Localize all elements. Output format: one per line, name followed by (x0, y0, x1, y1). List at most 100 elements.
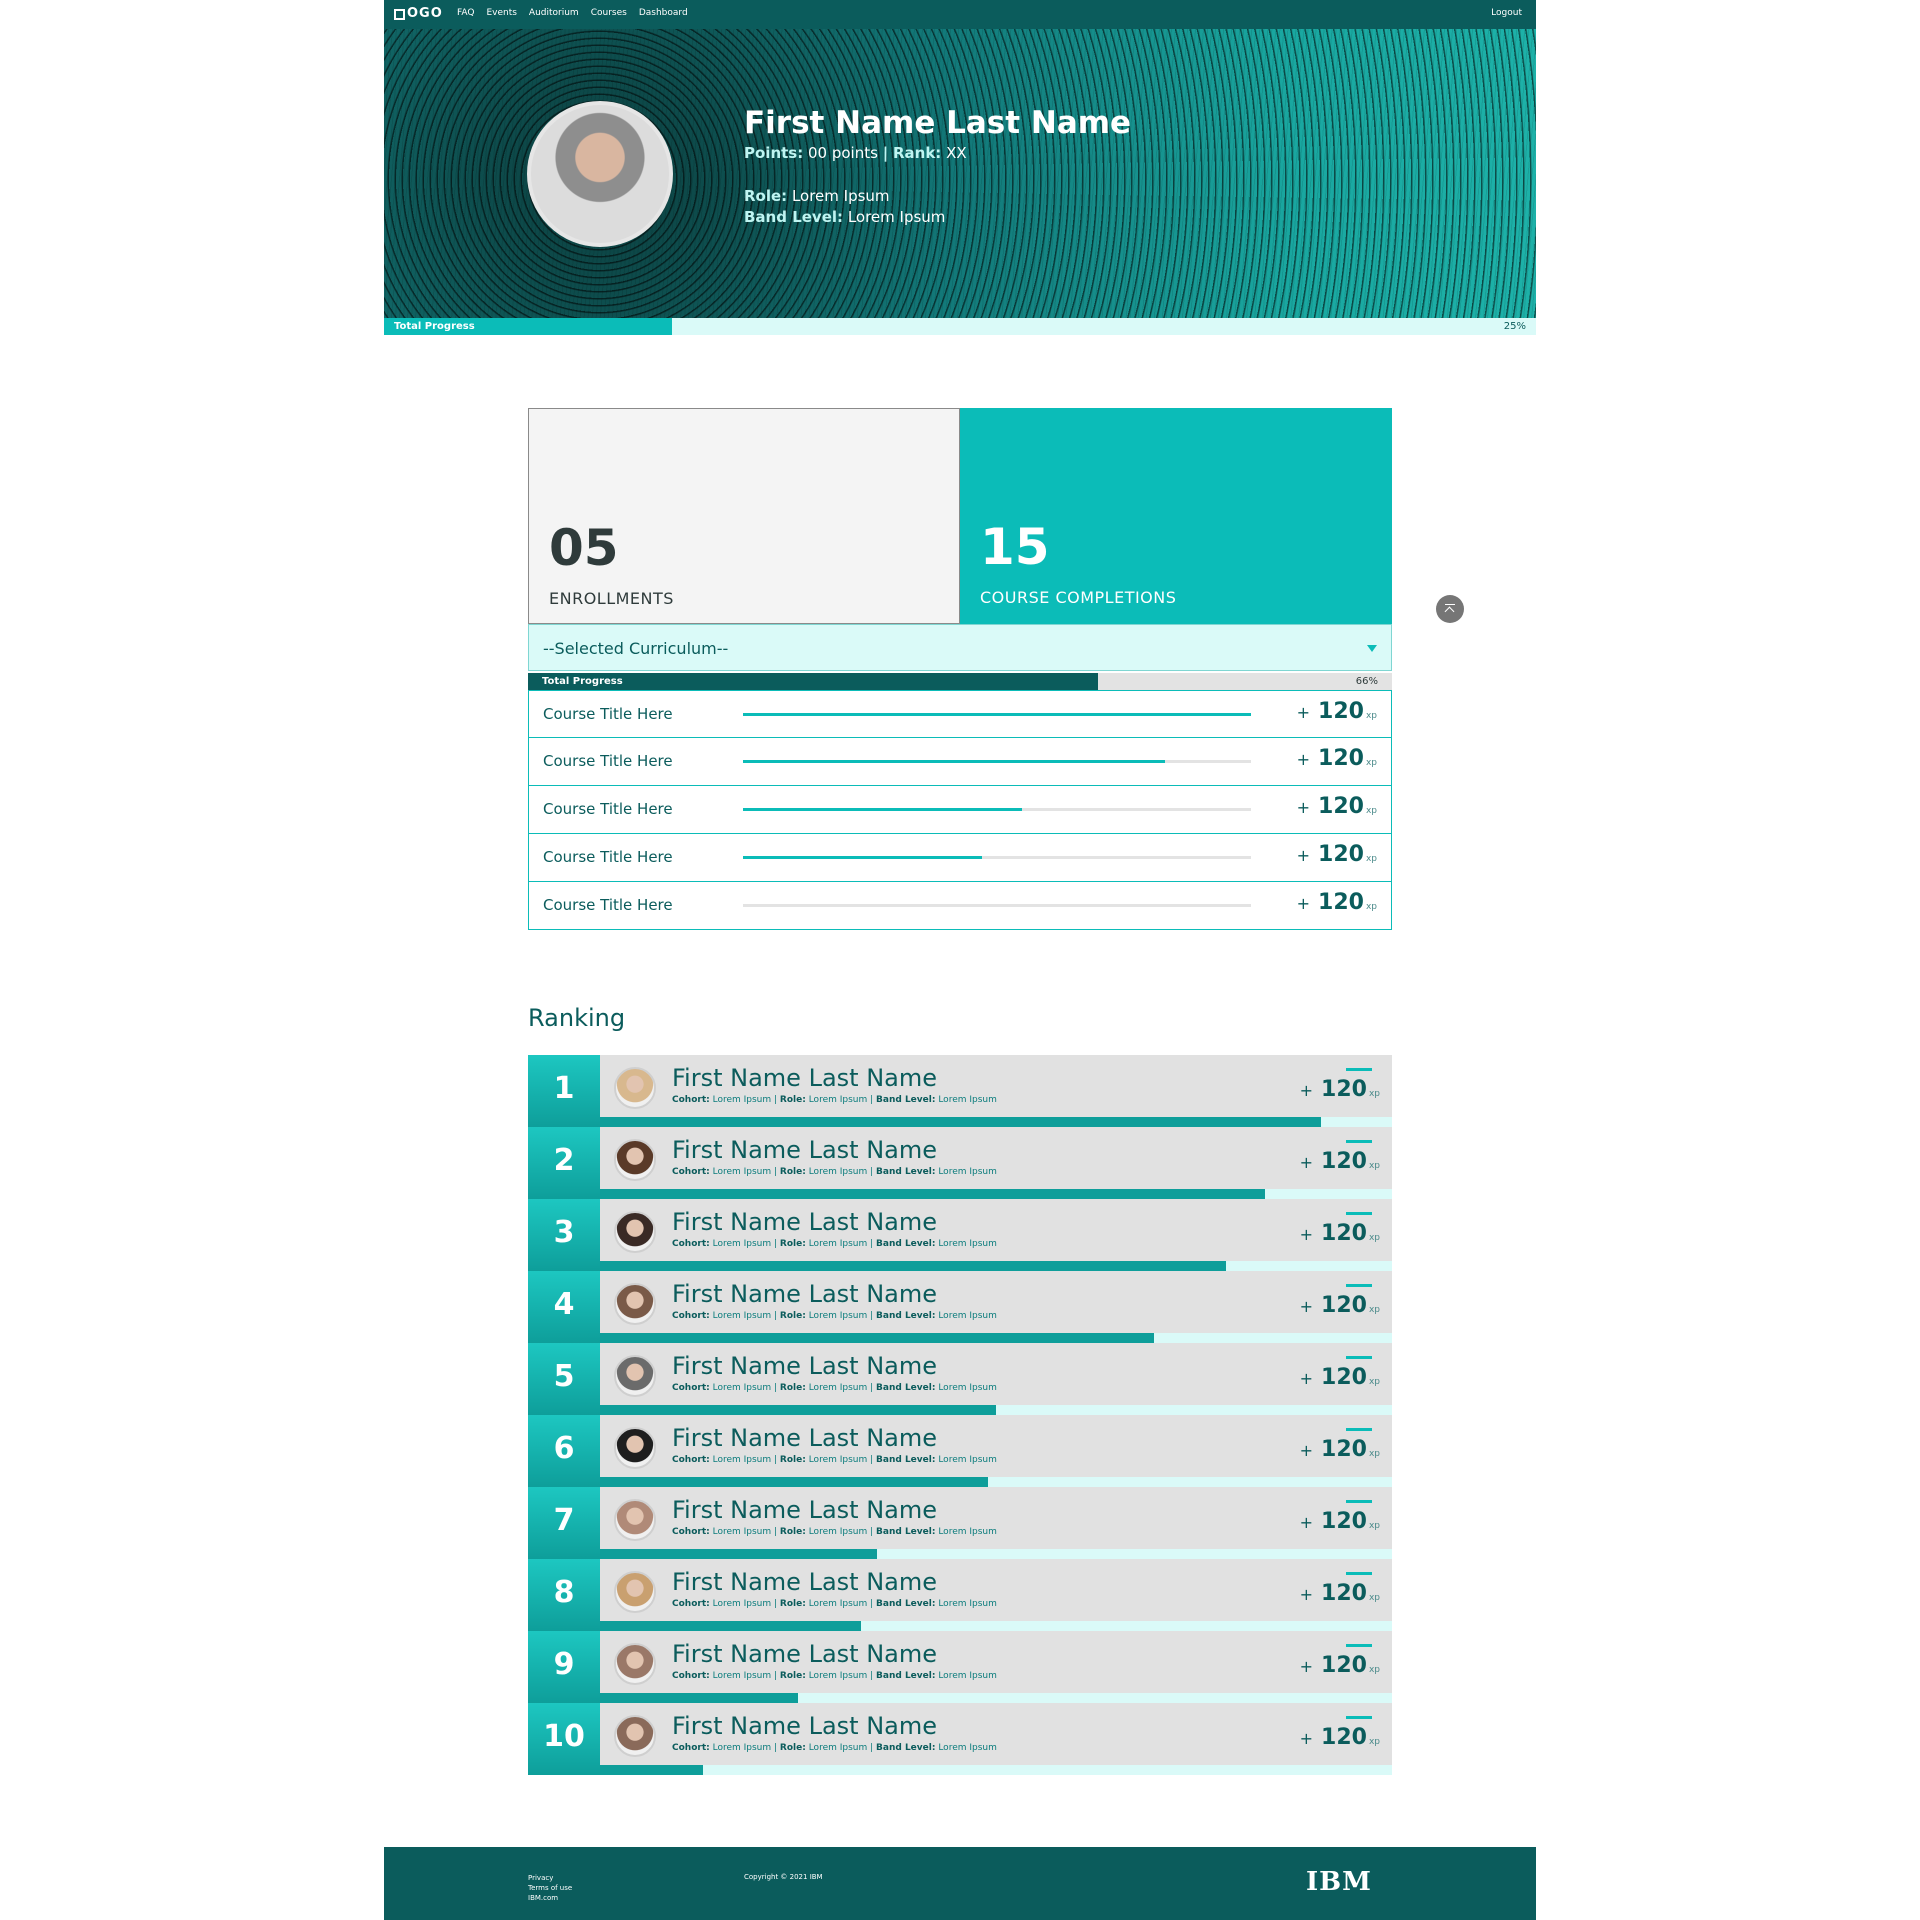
xp-plus: + (1296, 798, 1311, 817)
logo[interactable]: OGO (394, 7, 443, 21)
curriculum-selected-value: --Selected Curriculum-- (543, 639, 729, 658)
xp-plus: + (1296, 894, 1311, 913)
nav-link-events[interactable]: Events (486, 8, 516, 18)
role-label: Role: (779, 1455, 806, 1465)
ranking-row[interactable]: 7 First Name Last Name Cohort: Lorem Ipsum… (528, 1487, 1392, 1559)
ranking-row[interactable]: 9 First Name Last Name Cohort: Lorem Ipsum… (528, 1631, 1392, 1703)
ranking-meta: Cohort: Lorem Ipsum | Role: Lorem Ipsum … (672, 1599, 997, 1609)
cohort-value: Lorem Ipsum (712, 1239, 772, 1249)
course-list: Course Title Here +120 xp Course Title Here… (528, 690, 1392, 930)
ranking-name: First Name Last Name (672, 1280, 937, 1308)
rank-number-box: 4 (528, 1271, 600, 1343)
rank-change-indicator (1346, 1716, 1372, 1719)
course-progress-track (743, 808, 1251, 811)
ranking-row[interactable]: 1 First Name Last Name Cohort: Lorem Ipsum… (528, 1055, 1392, 1127)
role-value: Lorem Ipsum (808, 1527, 868, 1537)
xp-plus: + (1299, 1441, 1314, 1460)
rank-number-box: 10 (528, 1703, 600, 1775)
xp-plus: + (1299, 1513, 1314, 1532)
ibm-logo[interactable]: IBM (1306, 1867, 1372, 1897)
cohort-label: Cohort: (672, 1527, 710, 1537)
xp-unit: xp (1368, 1449, 1380, 1459)
xp-plus: + (1299, 1225, 1314, 1244)
cohort-value: Lorem Ipsum (712, 1167, 772, 1177)
ranking-progress-fill (600, 1261, 1226, 1271)
xp-plus: + (1296, 703, 1311, 722)
rank-number: 5 (553, 1359, 575, 1394)
course-row[interactable]: Course Title Here +120 xp (528, 834, 1392, 882)
ranking-progress-track (600, 1765, 1392, 1775)
nav-link-courses[interactable]: Courses (591, 8, 627, 18)
ranking-row[interactable]: 10 First Name Last Name Cohort: Lorem Ipsu… (528, 1703, 1392, 1775)
curriculum-select[interactable]: --Selected Curriculum-- (528, 624, 1392, 671)
course-row[interactable]: Course Title Here +120 xp (528, 738, 1392, 786)
completions-label: COURSE COMPLETIONS (980, 588, 1177, 607)
xp-unit: xp (1368, 1089, 1380, 1099)
curriculum-progress-bar: Total Progress 66% (528, 673, 1392, 690)
scroll-to-top-button[interactable] (1436, 595, 1464, 623)
course-title: Course Title Here (543, 848, 673, 866)
rank-change-indicator (1346, 1284, 1372, 1287)
xp-value: 120 (1321, 1365, 1367, 1390)
cohort-value: Lorem Ipsum (712, 1095, 772, 1105)
ranking-progress-track (600, 1189, 1392, 1199)
course-title: Course Title Here (543, 752, 673, 770)
logo-mark-icon (394, 8, 405, 20)
role-label: Role: (779, 1311, 806, 1321)
profile-role-line: Role: Lorem Ipsum (744, 186, 1131, 207)
avatar (614, 1571, 656, 1613)
footer-link-privacy[interactable]: Privacy (528, 1873, 572, 1883)
xp-value: 120 (1321, 1509, 1367, 1534)
total-progress-label: Total Progress (394, 321, 475, 332)
ranking-progress-track (600, 1405, 1392, 1415)
ranking-row[interactable]: 3 First Name Last Name Cohort: Lorem Ipsum… (528, 1199, 1392, 1271)
ranking-name: First Name Last Name (672, 1208, 937, 1236)
ranking-row[interactable]: 5 First Name Last Name Cohort: Lorem Ipsum… (528, 1343, 1392, 1415)
role-value: Lorem Ipsum (808, 1095, 868, 1105)
ranking-row[interactable]: 8 First Name Last Name Cohort: Lorem Ipsum… (528, 1559, 1392, 1631)
cohort-value: Lorem Ipsum (712, 1383, 772, 1393)
completions-count: 15 (980, 518, 1050, 576)
xp-plus: + (1299, 1369, 1314, 1388)
logout-link[interactable]: Logout (1491, 8, 1522, 18)
profile-points-line: Points: 00 points | Rank: XX (744, 143, 1131, 164)
nav-link-auditorium[interactable]: Auditorium (529, 8, 579, 18)
xp-plus: + (1299, 1153, 1314, 1172)
avatar (614, 1139, 656, 1181)
course-row[interactable]: Course Title Here +120 xp (528, 690, 1392, 738)
rank-number: 3 (553, 1215, 575, 1250)
ranking-progress-track (600, 1549, 1392, 1559)
nav-link-dashboard[interactable]: Dashboard (639, 8, 688, 18)
ranking-progress-fill (600, 1693, 798, 1703)
ranking-progress-track (600, 1477, 1392, 1487)
course-title: Course Title Here (543, 800, 673, 818)
ranking-row[interactable]: 4 First Name Last Name Cohort: Lorem Ipsum… (528, 1271, 1392, 1343)
ranking-meta: Cohort: Lorem Ipsum | Role: Lorem Ipsum … (672, 1527, 997, 1537)
band-value: Lorem Ipsum (847, 208, 946, 226)
rank-number-box: 3 (528, 1199, 600, 1271)
band-label: Band Level: (876, 1527, 936, 1537)
band-label: Band Level: (876, 1599, 936, 1609)
caret-down-icon (1367, 645, 1377, 652)
profile-avatar (527, 101, 673, 247)
ranking-progress-fill (600, 1621, 862, 1631)
footer-link-terms[interactable]: Terms of use (528, 1883, 572, 1893)
band-value: Lorem Ipsum (938, 1743, 997, 1753)
nav-links: FAQ Events Auditorium Courses Dashboard (457, 8, 688, 18)
profile-name: First Name Last Name (744, 105, 1132, 141)
band-label: Band Level: (876, 1239, 936, 1249)
ranking-progress-fill (600, 1405, 996, 1415)
rank-change-indicator (1346, 1572, 1372, 1575)
ranking-row[interactable]: 2 First Name Last Name Cohort: Lorem Ipsum… (528, 1127, 1392, 1199)
xp-value: 120 (1321, 1581, 1367, 1606)
xp-unit: xp (1365, 758, 1377, 768)
course-row[interactable]: Course Title Here +120 xp (528, 786, 1392, 834)
rank-change-indicator (1346, 1644, 1372, 1647)
footer-link-ibm[interactable]: IBM.com (528, 1893, 572, 1903)
cohort-label: Cohort: (672, 1671, 710, 1681)
nav-link-faq[interactable]: FAQ (457, 8, 474, 18)
role-label: Role: (779, 1527, 806, 1537)
course-row[interactable]: Course Title Here +120 xp (528, 882, 1392, 930)
role-value: Lorem Ipsum (808, 1599, 868, 1609)
ranking-row[interactable]: 6 First Name Last Name Cohort: Lorem Ipsum… (528, 1415, 1392, 1487)
